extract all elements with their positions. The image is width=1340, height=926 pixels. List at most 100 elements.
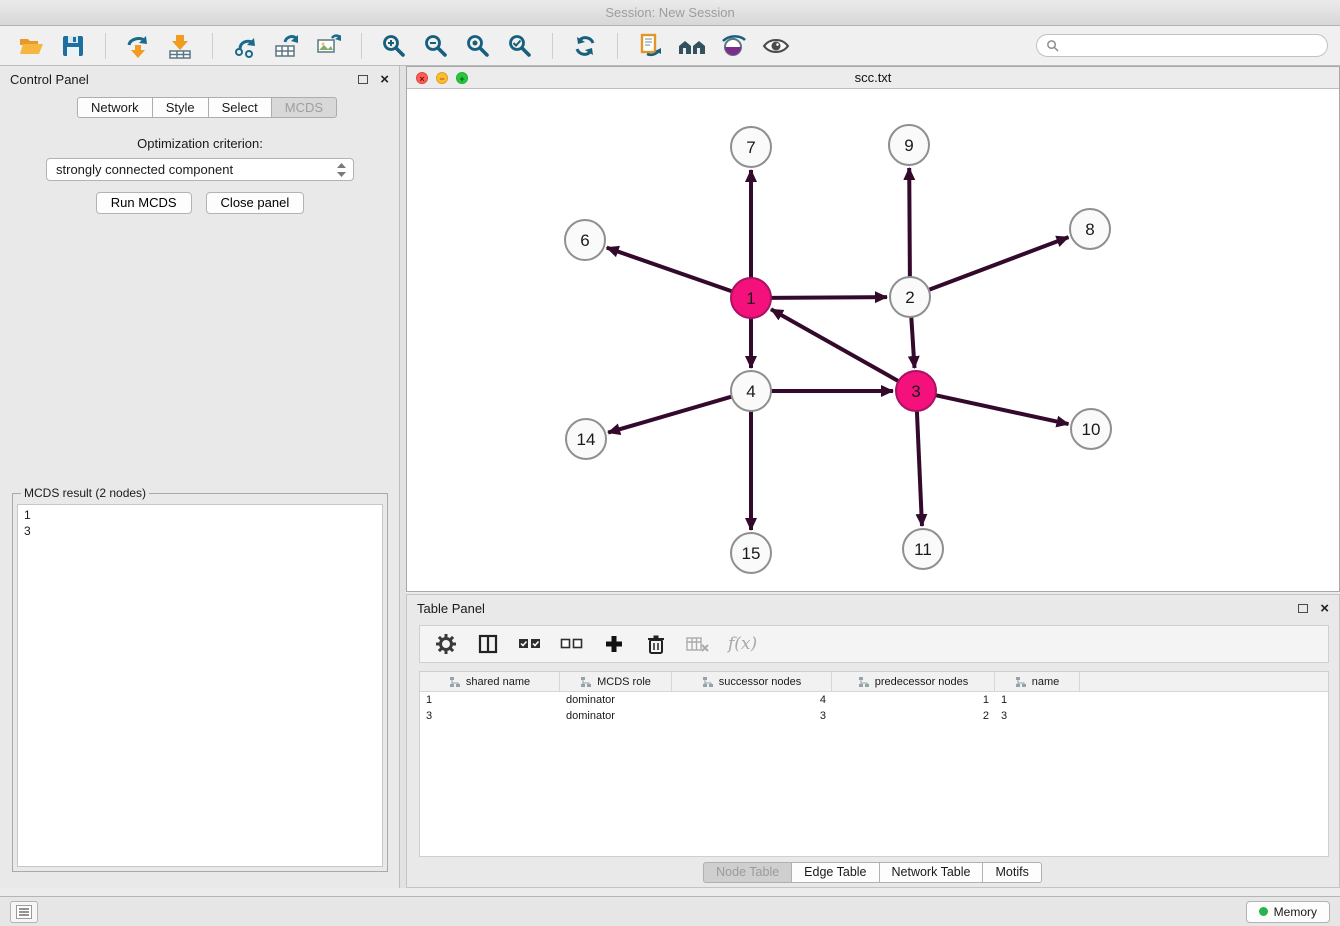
unselect-all-columns-button[interactable] [560, 632, 584, 656]
graph-edge-3-11[interactable] [917, 411, 922, 526]
refresh-view-button[interactable] [566, 29, 604, 63]
tab-style[interactable]: Style [152, 97, 209, 118]
column-header-shared-name[interactable]: shared name [420, 672, 560, 691]
tab-network-table[interactable]: Network Table [879, 862, 984, 883]
refresh-icon [572, 33, 598, 59]
svg-text:3: 3 [911, 382, 920, 401]
graph-edge-2-3[interactable] [911, 317, 914, 368]
graph-edge-3-1[interactable] [771, 309, 899, 381]
zoom-selected-button[interactable] [501, 29, 539, 63]
function-builder-button[interactable]: f(x) [728, 634, 757, 654]
column-header-MCDS-role[interactable]: MCDS role [560, 672, 672, 691]
svg-text:9: 9 [904, 136, 913, 155]
search-box[interactable] [1036, 34, 1328, 57]
float-panel-icon[interactable] [1298, 604, 1308, 613]
table-row[interactable]: 3dominator323 [420, 708, 1328, 724]
columns-icon [477, 633, 499, 655]
column-header-name[interactable]: name [995, 672, 1080, 691]
graph-node-1[interactable]: 1 [731, 278, 771, 318]
column-header-predecessor-nodes[interactable]: predecessor nodes [832, 672, 995, 691]
import-table-button[interactable] [161, 29, 199, 63]
network-graph[interactable]: 7 9 6 8 1 2 4 3 14 10 15 11 [407, 89, 1339, 591]
graph-node-3[interactable]: 3 [896, 371, 936, 411]
zoom-out-button[interactable] [417, 29, 455, 63]
save-session-button[interactable] [54, 29, 92, 63]
graph-node-8[interactable]: 8 [1070, 209, 1110, 249]
open-file-button[interactable] [12, 29, 50, 63]
export-table-button[interactable] [268, 29, 306, 63]
tab-node-table[interactable]: Node Table [703, 862, 792, 883]
import-network-button[interactable] [119, 29, 157, 63]
column-header-successor-nodes[interactable]: successor nodes [672, 672, 832, 691]
tab-edge-table[interactable]: Edge Table [791, 862, 879, 883]
graph-edge-3-10[interactable] [936, 395, 1069, 424]
graph-node-10[interactable]: 10 [1071, 409, 1111, 449]
close-panel-icon[interactable]: × [380, 72, 389, 87]
zoom-out-icon [423, 33, 449, 59]
search-input[interactable] [1064, 39, 1318, 53]
network-canvas[interactable]: 7 9 6 8 1 2 4 3 14 10 15 11 [407, 89, 1339, 591]
graph-node-2[interactable]: 2 [890, 277, 930, 317]
run-mcds-button[interactable]: Run MCDS [96, 192, 192, 214]
tab-mcds[interactable]: MCDS [271, 97, 337, 118]
mcds-result-title: MCDS result (2 nodes) [21, 486, 149, 500]
maximize-window-icon[interactable]: + [456, 72, 468, 84]
delete-table-button[interactable] [686, 632, 710, 656]
mcds-result-list[interactable]: 13 [17, 504, 383, 867]
graph-node-15[interactable]: 15 [731, 533, 771, 573]
apply-style-button[interactable] [715, 29, 753, 63]
houses-icon [677, 33, 707, 59]
table-cell: 1 [995, 692, 1080, 708]
graph-node-11[interactable]: 11 [903, 529, 943, 569]
close-window-icon[interactable]: × [416, 72, 428, 84]
show-all-networks-button[interactable] [673, 29, 711, 63]
add-column-button[interactable] [602, 632, 626, 656]
mcds-result-item[interactable]: 3 [18, 523, 382, 539]
list-icon [16, 905, 32, 919]
float-panel-icon[interactable] [358, 75, 368, 84]
tab-network[interactable]: Network [77, 97, 153, 118]
graph-edge-1-6[interactable] [607, 248, 732, 292]
select-all-columns-button[interactable] [518, 632, 542, 656]
criterion-dropdown[interactable]: strongly connected component [46, 158, 354, 181]
toggle-visibility-button[interactable] [757, 29, 795, 63]
minimize-window-icon[interactable]: − [436, 72, 448, 84]
table-panel-title: Table Panel [417, 601, 485, 616]
graph-edge-2-9[interactable] [909, 168, 910, 277]
graph-edge-1-2[interactable] [771, 297, 887, 298]
graph-node-6[interactable]: 6 [565, 220, 605, 260]
svg-text:8: 8 [1085, 220, 1094, 239]
export-network-button[interactable] [226, 29, 264, 63]
show-columns-button[interactable] [476, 632, 500, 656]
table-row[interactable]: 1dominator411 [420, 692, 1328, 708]
graph-node-14[interactable]: 14 [566, 419, 606, 459]
export-image-icon [315, 32, 343, 60]
close-panel-button[interactable]: Close panel [206, 192, 305, 214]
toolbar-search [1036, 34, 1328, 57]
column-type-icon [449, 676, 461, 688]
export-image-button[interactable] [310, 29, 348, 63]
task-history-button[interactable] [10, 901, 38, 923]
graph-edge-2-8[interactable] [929, 237, 1069, 290]
table-cell: 4 [672, 692, 832, 708]
mcds-result-item[interactable]: 1 [18, 507, 382, 523]
graph-node-9[interactable]: 9 [889, 125, 929, 165]
paste-document-button[interactable] [631, 29, 669, 63]
style-brush-icon [720, 33, 748, 59]
table-settings-button[interactable] [434, 632, 458, 656]
close-panel-icon[interactable]: × [1320, 601, 1329, 616]
zoom-in-icon [381, 33, 407, 59]
memory-label: Memory [1274, 905, 1317, 919]
delete-column-button[interactable] [644, 632, 668, 656]
graph-node-7[interactable]: 7 [731, 127, 771, 167]
dropdown-stepper-icon [336, 162, 347, 178]
control-panel-buttons: Run MCDS Close panel [0, 192, 400, 214]
graph-edge-4-14[interactable] [608, 397, 732, 433]
tab-select[interactable]: Select [208, 97, 272, 118]
memory-button[interactable]: Memory [1246, 901, 1330, 923]
zoom-fit-button[interactable] [459, 29, 497, 63]
table-cell: dominator [560, 708, 672, 724]
zoom-in-button[interactable] [375, 29, 413, 63]
graph-node-4[interactable]: 4 [731, 371, 771, 411]
tab-motifs[interactable]: Motifs [982, 862, 1041, 883]
